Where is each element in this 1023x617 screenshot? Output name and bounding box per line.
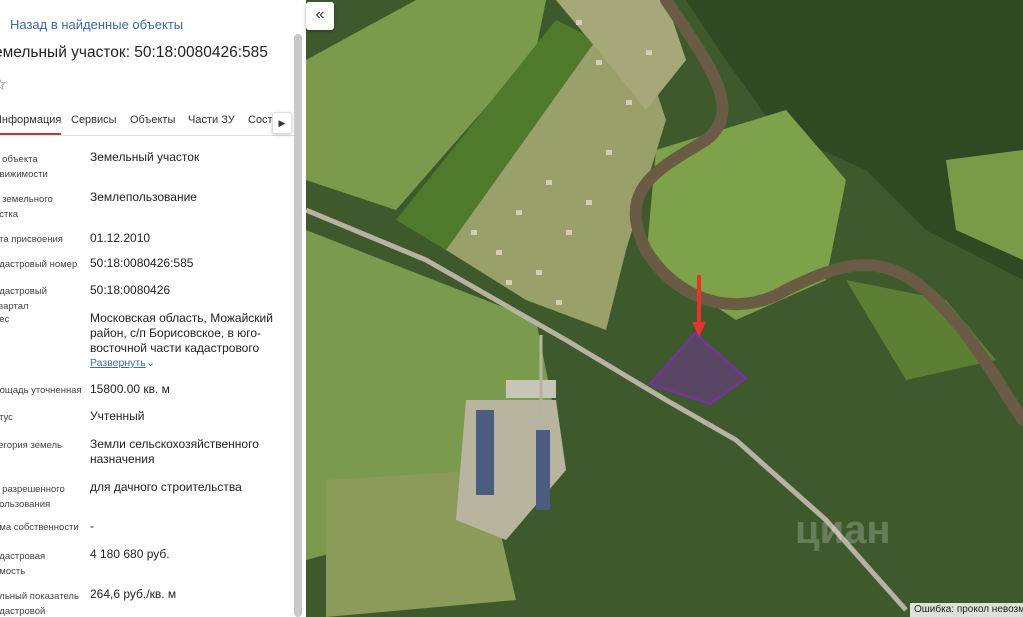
- satellite-imagery: [306, 0, 1023, 617]
- chevron-down-icon[interactable]: ⌄: [146, 356, 155, 369]
- field-label: рес: [0, 314, 10, 325]
- field-label: адастровая имость: [0, 551, 46, 577]
- tab-services[interactable]: Сервисы: [71, 114, 117, 126]
- field-label: атус: [0, 412, 13, 423]
- field-label: рма собственности: [0, 522, 79, 533]
- field-value: 50:18:0080426:585: [90, 256, 194, 270]
- field-value: 50:18:0080426: [90, 283, 171, 297]
- tab-bar: Информация Сервисы Объекты Части ЗУ Сост…: [0, 110, 294, 136]
- watermark-text: циан: [795, 508, 891, 552]
- field-label: д объекта движимости: [0, 154, 48, 180]
- field-value: 264,6 руб./кв. м: [90, 587, 177, 601]
- field-label: альный показатель адастровой: [0, 591, 79, 617]
- field-value: -: [90, 519, 94, 533]
- field-label: тегория земель: [0, 440, 62, 451]
- field-value: Московская область, Можайский район, с/п…: [90, 311, 273, 355]
- field-value: 01.12.2010: [90, 231, 151, 245]
- field-value: для дачного строительства: [90, 480, 242, 494]
- field-label: адастровый номер: [0, 259, 78, 270]
- field-label: адастровый квартал: [0, 286, 47, 312]
- field-value: Земли сельскохозяйственного назначения: [90, 437, 259, 466]
- info-panel: Назад в найденные объекты емельный участ…: [0, 0, 306, 617]
- field-label: ата присвоения: [0, 234, 63, 245]
- panel-scrollbar[interactable]: [294, 34, 302, 617]
- field-value: Землепользование: [90, 190, 197, 204]
- satellite-map[interactable]: циан: [306, 0, 1023, 617]
- field-value: 4 180 680 руб.: [90, 547, 170, 561]
- page-title: емельный участок: 50:18:0080426:585: [0, 44, 268, 61]
- tabs-scroll-right-button[interactable]: ▶: [272, 112, 292, 134]
- field-label: лощадь уточненная: [0, 385, 82, 396]
- field-value: 15800.00 кв. м: [90, 382, 170, 396]
- field-value: Земельный участок: [90, 150, 200, 164]
- tab-parts[interactable]: Части ЗУ: [188, 114, 235, 126]
- map-error-message: Ошибка: прокол невозм: [910, 603, 1023, 617]
- tab-objects[interactable]: Объекты: [130, 114, 175, 126]
- tab-information[interactable]: Информация: [0, 114, 62, 135]
- field-label: д разрешенного пользования: [0, 484, 65, 510]
- star-icon[interactable]: ☆: [0, 76, 7, 93]
- field-value: Учтенный: [90, 409, 145, 423]
- field-label: д земельного астка: [0, 194, 53, 220]
- collapse-panel-button[interactable]: «: [306, 2, 334, 30]
- expand-address-link[interactable]: Развернуть: [90, 357, 146, 369]
- back-to-results-link[interactable]: Назад в найденные объекты: [10, 17, 183, 32]
